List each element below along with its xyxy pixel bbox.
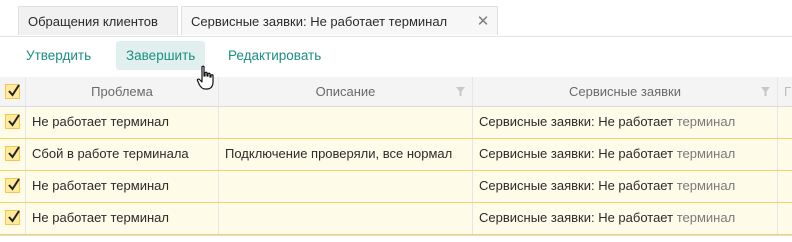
request-text-overflow: терминал — [676, 146, 736, 161]
tab-customer-requests[interactable]: Обращения клиентов — [18, 6, 178, 35]
row-select[interactable] — [0, 203, 26, 234]
tab-label: Сервисные заявки: Не работает терминал — [191, 14, 448, 29]
checkmark-icon — [8, 114, 20, 127]
cell-description[interactable] — [219, 171, 473, 202]
request-text: Сервисные заявки: Не работает — [479, 178, 677, 193]
cell-problem[interactable]: Не работает терминал — [26, 203, 219, 234]
cell-next[interactable] — [778, 139, 792, 170]
cell-next[interactable] — [778, 107, 792, 138]
grid-bottom-border — [0, 235, 792, 236]
column-title: Описание — [315, 84, 376, 99]
request-text: Сервисные заявки: Не работает — [479, 146, 677, 161]
tab-service-request[interactable]: Сервисные заявки: Не работает терминал ✕ — [181, 6, 498, 35]
row-select[interactable] — [0, 171, 26, 202]
column-title: Проблема — [91, 84, 153, 99]
table-row[interactable]: Не работает терминал Сервисные заявки: Н… — [0, 203, 792, 235]
approve-button[interactable]: Утвердить — [16, 41, 101, 70]
cell-problem[interactable]: Не работает терминал — [26, 107, 219, 138]
cell-problem[interactable]: Не работает терминал — [26, 171, 219, 202]
checkmark-icon — [8, 178, 20, 191]
cell-next[interactable] — [778, 171, 792, 202]
tab-bar: Обращения клиентов Сервисные заявки: Не … — [0, 0, 792, 37]
column-title: Г — [784, 84, 792, 99]
request-text: Сервисные заявки: Не работает — [479, 210, 677, 225]
header-select-all[interactable] — [0, 77, 26, 106]
select-all-checkbox[interactable] — [5, 84, 20, 99]
close-icon[interactable]: ✕ — [475, 7, 491, 36]
request-text-overflow: терминал — [676, 210, 736, 225]
cell-service-request[interactable]: Сервисные заявки: Не работает терминал — [473, 107, 778, 138]
cell-description[interactable] — [219, 107, 473, 138]
cell-description[interactable]: Подключение проверяли, все нормал — [219, 139, 473, 170]
row-checkbox[interactable] — [5, 210, 20, 225]
table-row[interactable]: Не работает терминал Сервисные заявки: Н… — [0, 107, 792, 139]
cell-next[interactable] — [778, 203, 792, 234]
request-text: Сервисные заявки: Не работает — [479, 114, 677, 129]
data-grid: Проблема Описание Сервисные заявки Г Не … — [0, 77, 792, 235]
column-title: Сервисные заявки — [569, 84, 681, 99]
grid-header: Проблема Описание Сервисные заявки Г — [0, 77, 792, 107]
filter-icon[interactable] — [761, 87, 770, 96]
column-header-description[interactable]: Описание — [219, 77, 473, 106]
checkmark-icon — [8, 210, 20, 223]
column-header-problem[interactable]: Проблема — [26, 77, 219, 106]
table-row[interactable]: Сбой в работе терминала Подключение пров… — [0, 139, 792, 171]
column-header-service-requests[interactable]: Сервисные заявки — [473, 77, 778, 106]
request-text-overflow: терминал — [676, 178, 736, 193]
edit-button[interactable]: Редактировать — [218, 41, 331, 70]
tab-label: Обращения клиентов — [28, 14, 158, 29]
column-header-next[interactable]: Г — [778, 77, 792, 106]
row-checkbox[interactable] — [5, 178, 20, 193]
filter-icon[interactable] — [456, 87, 465, 96]
cell-problem[interactable]: Сбой в работе терминала — [26, 139, 219, 170]
table-row[interactable]: Не работает терминал Сервисные заявки: Н… — [0, 171, 792, 203]
checkmark-icon — [8, 146, 20, 159]
row-checkbox[interactable] — [5, 114, 20, 129]
request-text-overflow: терминал — [676, 114, 736, 129]
toolbar: Утвердить Завершить Редактировать — [0, 37, 792, 77]
hand-cursor-icon — [196, 65, 214, 90]
cell-service-request[interactable]: Сервисные заявки: Не работает терминал — [473, 171, 778, 202]
cell-service-request[interactable]: Сервисные заявки: Не работает терминал — [473, 139, 778, 170]
cell-description[interactable] — [219, 203, 473, 234]
row-checkbox[interactable] — [5, 146, 20, 161]
checkmark-icon — [8, 84, 20, 97]
row-select[interactable] — [0, 139, 26, 170]
row-select[interactable] — [0, 107, 26, 138]
finish-button[interactable]: Завершить — [116, 41, 206, 70]
cell-service-request[interactable]: Сервисные заявки: Не работает терминал — [473, 203, 778, 234]
